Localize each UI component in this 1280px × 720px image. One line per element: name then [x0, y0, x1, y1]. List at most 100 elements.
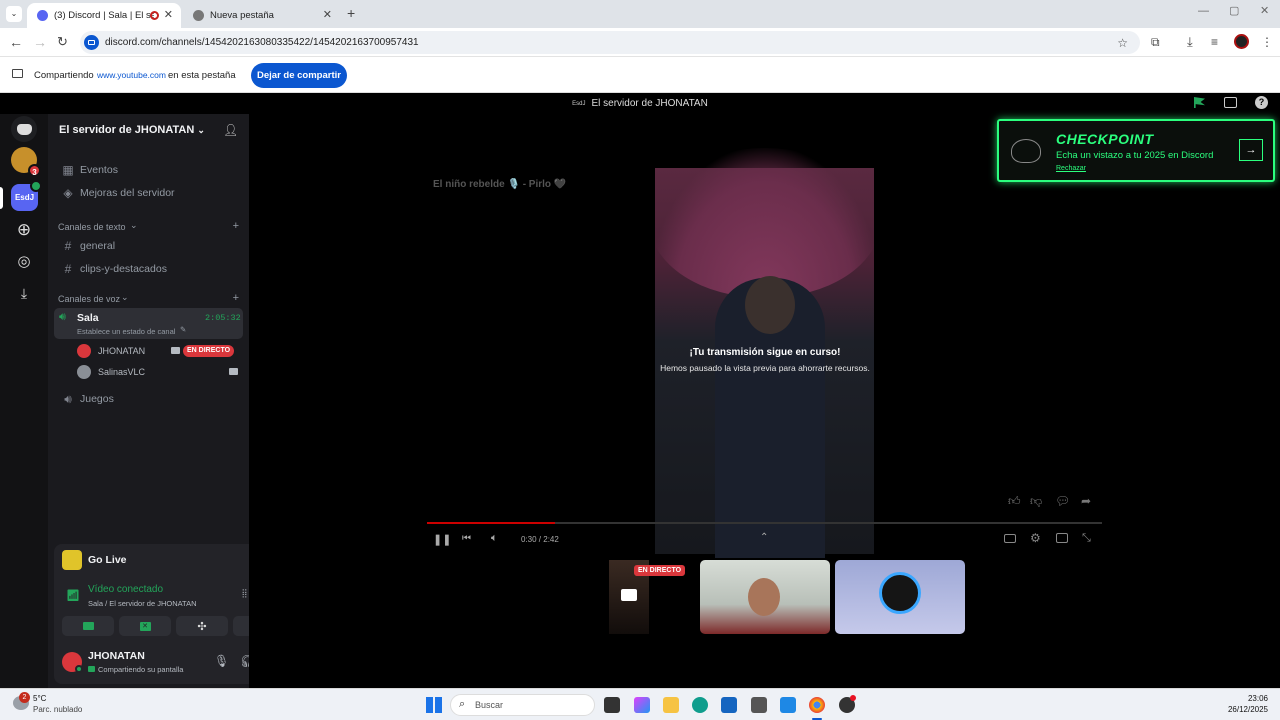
app-icon-blue[interactable] [780, 697, 796, 713]
like-icon[interactable]: 👍︎ [1008, 494, 1021, 509]
checkpoint-dismiss[interactable]: Rechazar [1056, 165, 1086, 172]
address-bar[interactable]: discord.com/channels/1454202163080335422… [80, 31, 1140, 54]
site-info-icon[interactable] [84, 35, 99, 50]
close-tab-icon[interactable]: ✕ [164, 8, 173, 21]
text-category[interactable]: Canales de texto [58, 222, 126, 232]
inbox-flag-icon[interactable] [1194, 97, 1205, 108]
voice-member-salinasvlc[interactable]: SalinasVLC [77, 363, 243, 381]
store-icon[interactable] [721, 697, 737, 713]
channel-clips[interactable]: # clips-y-destacados [54, 259, 243, 279]
share-icon[interactable]: ➦ [1081, 494, 1091, 508]
speaker-icon: 🔊︎ [59, 311, 66, 323]
add-text-channel-icon[interactable]: + [233, 220, 239, 232]
arrow-right-icon[interactable]: → [1239, 139, 1263, 161]
close-tab-icon[interactable]: ✕ [323, 8, 332, 21]
sharing-suffix: en esta pestaña [168, 70, 236, 81]
sidebar-item-events[interactable]: ▦ Eventos [54, 160, 243, 180]
discord-home-icon[interactable] [11, 116, 37, 142]
reload-icon[interactable]: ↻ [57, 34, 68, 50]
window-close-icon[interactable]: ✕ [1260, 4, 1269, 17]
checkpoint-banner[interactable]: CHECKPOINT Echa un vistazo a tu 2025 en … [997, 119, 1275, 182]
activities-button[interactable]: ✣ [176, 616, 228, 636]
chevron-down-icon: ⌄ [197, 125, 205, 135]
direct-messages-icon[interactable]: 3 [11, 147, 41, 177]
voice-channel-juegos[interactable]: 🔊︎ Juegos [54, 389, 243, 409]
discord-favicon-icon [37, 10, 48, 21]
server-header[interactable]: El servidor de JHONATAN ⌄ [59, 124, 205, 136]
media-control-icon[interactable]: ≡ [1211, 34, 1218, 50]
progress-track[interactable] [427, 522, 1102, 524]
cast-icon[interactable] [1056, 533, 1068, 543]
window-title: El servidor de JHONATAN [591, 98, 708, 109]
stop-sharing-button[interactable]: Dejar de compartir [251, 63, 347, 88]
download-icon[interactable]: ⤓ [1187, 34, 1193, 50]
clock-date: 26/12/2025 [1227, 705, 1268, 714]
back-icon[interactable]: ← [9, 34, 23, 50]
comments-icon[interactable]: 💬︎ [1055, 494, 1070, 508]
voice-channel-sala[interactable]: 🔊︎ Sala 2:05:32 Establece un estado de c… [54, 308, 243, 339]
menu-icon[interactable]: ⋮ [1261, 34, 1273, 50]
voice-member-jhonatan[interactable]: JHONATAN EN DIRECTO [77, 342, 243, 360]
taskbar-search-box[interactable]: ⌕ Buscar [450, 694, 595, 716]
channel-general[interactable]: # general [54, 236, 243, 256]
subtitles-icon[interactable] [1004, 534, 1016, 543]
download-apps-icon[interactable]: ⤓ [11, 280, 37, 306]
file-explorer-icon[interactable] [663, 697, 679, 713]
participant-tile-jhonatan[interactable] [700, 560, 830, 634]
tab-title: (3) Discord | Sala | El servidor [54, 10, 154, 21]
screen-icon[interactable] [1224, 97, 1237, 108]
channel-label: Juegos [80, 393, 114, 405]
screen-share-button[interactable]: ✕ [119, 616, 171, 636]
edge-icon[interactable] [692, 697, 708, 713]
person-head [745, 276, 795, 334]
help-icon[interactable]: ? [1255, 96, 1268, 109]
add-server-icon[interactable]: ⊕ [11, 217, 37, 243]
events-label: Eventos [80, 164, 118, 176]
volume-icon[interactable]: 🔈︎ [491, 532, 498, 545]
tab-search-button[interactable]: ⌄ [6, 6, 22, 22]
tab-discord[interactable]: (3) Discord | Sala | El servidor ✕ [27, 3, 181, 28]
expand-up-icon[interactable]: ⌃ [760, 532, 768, 543]
username: JHONATAN [88, 650, 145, 662]
add-voice-channel-icon[interactable]: + [233, 292, 239, 304]
explore-icon[interactable]: ◎ [11, 248, 37, 274]
server-icon-esdj[interactable]: EsdJ [11, 180, 42, 211]
forward-icon[interactable]: → [33, 34, 47, 50]
tab-new[interactable]: Nueva pestaña ✕ [183, 3, 340, 28]
paused-title: ¡Tu transmisión sigue en curso! [689, 347, 841, 358]
extensions-icon[interactable]: ⧉ [1151, 34, 1160, 50]
participant-face [748, 578, 780, 616]
start-windows-icon[interactable] [426, 697, 442, 713]
profile-avatar[interactable] [1234, 34, 1249, 49]
video-settings-icon[interactable]: ⚙ [1030, 531, 1041, 545]
new-tab-icon[interactable]: + [347, 5, 355, 21]
voice-category[interactable]: Canales de voz [58, 294, 120, 304]
voice-channel-name: Sala [77, 312, 99, 324]
channel-status-hint[interactable]: Establece un estado de canal [77, 327, 175, 336]
copilot-icon[interactable] [634, 697, 650, 713]
dislike-icon[interactable]: 👎︎ [1030, 494, 1042, 509]
task-view-icon[interactable] [604, 697, 620, 713]
previous-icon[interactable]: ⏮︎ [462, 533, 471, 544]
paused-message: Hemos pausado la vista previa para ahorr… [660, 363, 870, 373]
participant-tile-stream[interactable]: EN DIRECTO [564, 560, 694, 634]
app-icon-dark[interactable] [751, 697, 767, 713]
bookmark-star-icon[interactable]: ☆ [1117, 36, 1128, 50]
channel-label: general [80, 240, 116, 252]
participant-head [879, 572, 921, 614]
camera-icon [171, 347, 180, 354]
microphone-icon[interactable]: 🎙︎ [214, 654, 229, 668]
chrome-icon[interactable] [809, 697, 825, 713]
restore-icon[interactable]: ▢ [1229, 4, 1239, 17]
camera-button[interactable] [62, 616, 114, 636]
collapse-icon[interactable]: ⤡ [1082, 532, 1091, 545]
pause-icon[interactable]: ❚❚ [433, 533, 451, 546]
invite-people-icon[interactable]: 👤︎ [223, 123, 238, 137]
sidebar-item-boosts[interactable]: ◈ Mejoras del servidor [54, 183, 243, 203]
weather-temp: 5°C [33, 694, 47, 703]
participant-tile-salinasvlc[interactable] [835, 560, 965, 634]
stream-video[interactable] [650, 148, 880, 558]
calendar-icon: ▦ [62, 163, 74, 177]
minimize-icon[interactable]: — [1198, 5, 1209, 17]
noise-suppression-icon[interactable]: ⦙⦙ [242, 588, 247, 601]
